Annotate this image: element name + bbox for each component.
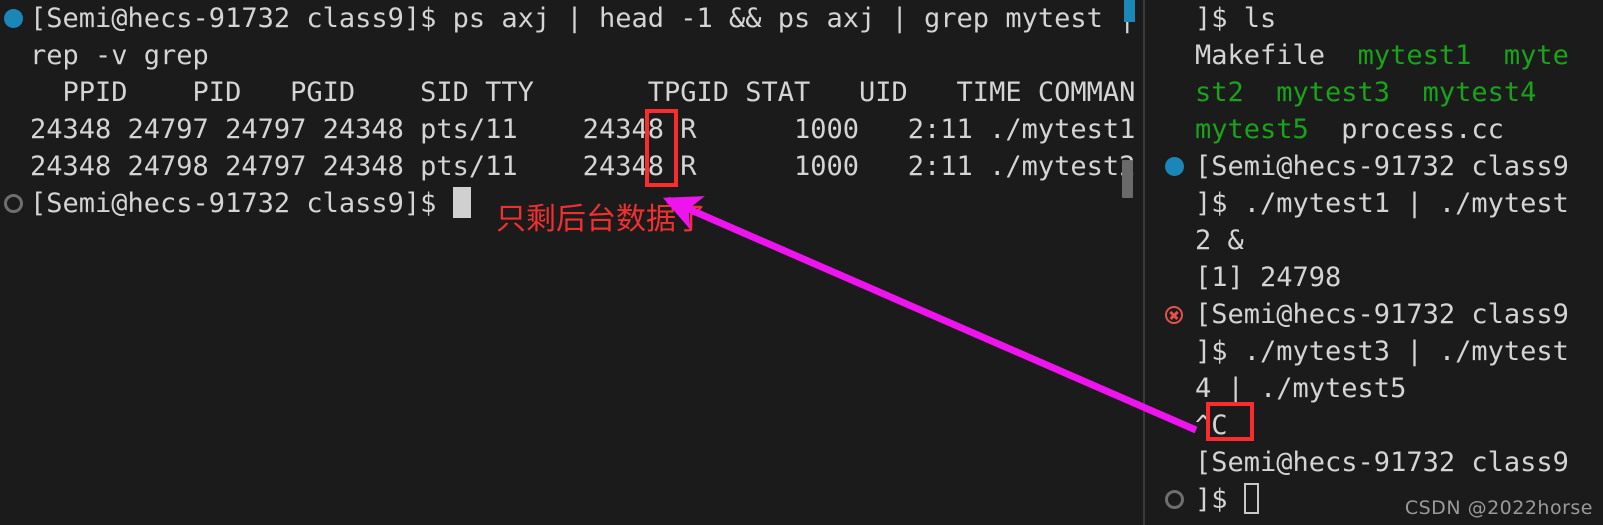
terminal-line: 24348 24797 24797 24348 pts/11 24348 R 1…	[0, 111, 1137, 148]
terminal-text: [Semi@hecs-91732 class9	[1195, 299, 1569, 330]
terminal-line: rep -v grep	[0, 37, 1137, 74]
terminal-text-executable: st2 mytest3 mytest4	[1195, 77, 1537, 108]
chinese-annotation-label: 只剩后台数据了	[496, 202, 706, 237]
terminal-text: ^C	[1195, 410, 1228, 441]
terminal-line: [Semi@hecs-91732 class9	[1150, 296, 1603, 333]
terminal-text: ]$ ./mytest1 | ./mytest	[1195, 188, 1569, 219]
prompt-idle-marker-icon	[1165, 490, 1184, 509]
csdn-watermark: CSDN @2022horse	[1404, 497, 1593, 519]
terminal-text: 2 &	[1195, 225, 1244, 256]
terminal-text: Makefile	[1195, 40, 1358, 71]
screenshot-root: [Semi@hecs-91732 class9]$ ps axj | head …	[0, 0, 1603, 525]
terminal-line: ]$ ./mytest1 | ./mytest	[1150, 185, 1603, 222]
terminal-line: ]$ ./mytest3 | ./mytest	[1150, 333, 1603, 370]
pane-divider[interactable]	[1143, 0, 1145, 525]
terminal-text: 4 | ./mytest5	[1195, 373, 1407, 404]
terminal-line: 24348 24798 24797 24348 pts/11 24348 R 1…	[0, 148, 1137, 185]
terminal-text: PPID PID PGID SID TTY TPGID STAT UID TIM…	[30, 77, 1138, 108]
terminal-text: ]$	[1195, 484, 1244, 515]
terminal-line: ]$ ls	[1150, 0, 1603, 37]
terminal-text: rep -v grep	[30, 40, 209, 71]
terminal-text: ]$ ./mytest3 | ./mytest	[1195, 336, 1569, 367]
terminal-line: [Semi@hecs-91732 class9	[1150, 444, 1603, 481]
terminal-line: Makefile mytest1 myte	[1150, 37, 1603, 74]
left-terminal-pane[interactable]: [Semi@hecs-91732 class9]$ ps axj | head …	[0, 0, 1137, 525]
terminal-text: 24348 24797 24797 24348 pts/11 24348 R 1…	[30, 114, 1136, 145]
terminal-text: 24348 24798 24797 24348 pts/11 24348 R 1…	[30, 151, 1136, 182]
terminal-text: process.cc	[1308, 114, 1504, 145]
terminal-line: PPID PID PGID SID TTY TPGID STAT UID TIM…	[0, 74, 1138, 111]
terminal-line: [1] 24798	[1150, 259, 1603, 296]
terminal-line: 2 &	[1150, 222, 1603, 259]
prompt-idle-marker-icon	[4, 194, 23, 213]
terminal-text: [Semi@hecs-91732 class9]$ ps axj | head …	[30, 3, 1137, 34]
terminal-line: ^C	[1150, 407, 1603, 444]
prompt-active-marker-icon	[4, 9, 23, 28]
terminal-text-executable: mytest1 myte	[1357, 40, 1569, 71]
right-terminal-pane[interactable]: ]$ ls Makefile mytest1 myte st2 mytest3 my…	[1150, 0, 1603, 525]
terminal-text: [Semi@hecs-91732 class9	[1195, 447, 1569, 478]
terminal-text: [Semi@hecs-91732 class9]$	[30, 188, 453, 219]
terminal-line: 4 | ./mytest5	[1150, 370, 1603, 407]
left-pane-scrollbar-thumb[interactable]	[1122, 160, 1133, 198]
terminal-cursor[interactable]	[452, 187, 471, 218]
terminal-cursor[interactable]	[1243, 483, 1259, 514]
left-terminal-output: [Semi@hecs-91732 class9]$ ps axj | head …	[0, 0, 1137, 222]
terminal-line: st2 mytest3 mytest4	[1150, 74, 1603, 111]
left-pane-scroll-marker[interactable]	[1124, 0, 1135, 22]
terminal-text: [1] 24798	[1195, 262, 1342, 293]
right-terminal-output: ]$ ls Makefile mytest1 myte st2 mytest3 my…	[1150, 0, 1603, 518]
terminal-text-executable: mytest5	[1195, 114, 1309, 145]
terminal-line: [Semi@hecs-91732 class9	[1150, 148, 1603, 185]
prompt-active-marker-icon	[1165, 157, 1184, 176]
terminal-line: mytest5 process.cc	[1150, 111, 1603, 148]
prompt-error-marker-icon	[1165, 306, 1183, 324]
terminal-text: [Semi@hecs-91732 class9	[1195, 151, 1569, 182]
terminal-line: [Semi@hecs-91732 class9]$ ps axj | head …	[0, 0, 1137, 37]
terminal-text: ]$ ls	[1195, 3, 1277, 34]
